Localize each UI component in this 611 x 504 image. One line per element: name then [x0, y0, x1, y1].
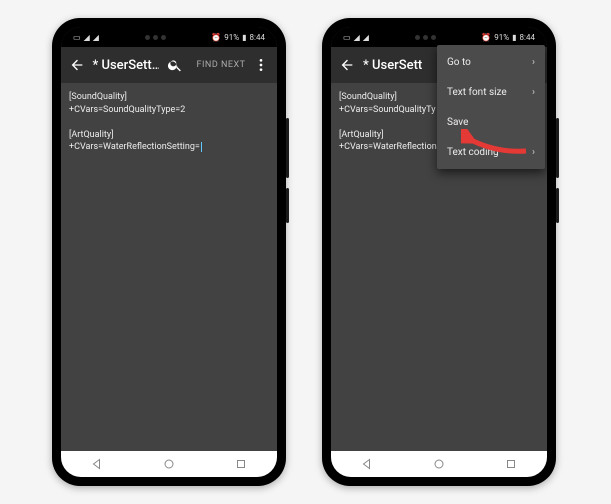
find-next-button[interactable]: FIND NEXT [197, 60, 246, 70]
menu-item-save[interactable]: Save [437, 107, 545, 137]
nav-bar [331, 451, 547, 477]
phone-frame-left: ▭ ◢ ◢ ⏰ 91% ▮ 8:44 [52, 18, 286, 486]
chevron-right-icon: › [532, 57, 535, 68]
signal-icon: ▭ [343, 33, 351, 42]
sensor-dot [161, 35, 166, 40]
wifi-icon: ◢ [354, 33, 360, 42]
menu-item-font-size[interactable]: Text font size › [437, 77, 545, 107]
sensor-dot [153, 35, 158, 40]
sensor-dot [431, 35, 436, 40]
camera-dot [415, 35, 420, 40]
battery-text: 91% [224, 33, 239, 42]
status-bar: ▭ ◢ ◢ ⏰ 91% ▮ 8:44 [61, 27, 277, 47]
page-title: * UserSett… [92, 58, 159, 73]
text-editor[interactable]: [SoundQuality] +CVars=SoundQualityType=2… [61, 83, 277, 451]
text-cursor [201, 142, 202, 152]
editor-content: [SoundQuality] +CVars=SoundQualityType=2… [69, 92, 200, 152]
app-bar: * UserSett… FIND NEXT [61, 47, 277, 83]
nav-home-icon[interactable] [432, 457, 446, 471]
screen-left: ▭ ◢ ◢ ⏰ 91% ▮ 8:44 [61, 27, 277, 477]
wifi-icon: ◢ [84, 33, 90, 42]
wifi-icon: ◢ [363, 33, 369, 42]
nav-back-icon[interactable] [90, 457, 104, 471]
nav-back-icon[interactable] [360, 457, 374, 471]
menu-item-goto[interactable]: Go to › [437, 47, 545, 77]
battery-text: 91% [494, 33, 509, 42]
editor-content: [SoundQuality] +CVars=SoundQualityTy [Ar… [339, 92, 437, 152]
battery-icon: ▮ [512, 33, 516, 42]
nav-home-icon[interactable] [162, 457, 176, 471]
nav-bar [61, 451, 277, 477]
overflow-icon[interactable] [252, 55, 271, 75]
clock-text: 8:44 [250, 33, 265, 42]
status-bar: ▭ ◢ ◢ ⏰ 91% ▮ 8:44 [331, 27, 547, 47]
menu-label: Save [447, 117, 468, 128]
clock-text: 8:44 [520, 33, 535, 42]
wifi-icon: ◢ [93, 33, 99, 42]
power-button [286, 188, 289, 223]
menu-label: Text font size [447, 87, 507, 98]
sensor-dot [423, 35, 428, 40]
back-icon[interactable] [337, 55, 357, 75]
nav-recent-icon[interactable] [234, 457, 248, 471]
overflow-menu: Go to › Text font size › Save Text codin… [437, 45, 545, 169]
screen-right: ▭ ◢ ◢ ⏰ 91% ▮ 8:44 [331, 27, 547, 477]
battery-icon: ▮ [242, 33, 246, 42]
volume-button [556, 118, 559, 178]
chevron-right-icon: › [532, 87, 535, 98]
alarm-icon: ⏰ [481, 33, 491, 42]
back-icon[interactable] [67, 55, 86, 75]
menu-label: Text coding [447, 147, 499, 158]
page-title: * UserSett [363, 58, 422, 73]
power-button [556, 188, 559, 223]
menu-item-text-coding[interactable]: Text coding › [437, 137, 545, 167]
signal-icon: ▭ [73, 33, 81, 42]
menu-label: Go to [447, 57, 471, 68]
volume-button [286, 118, 289, 178]
camera-dot [145, 35, 150, 40]
search-icon[interactable] [165, 55, 184, 75]
alarm-icon: ⏰ [211, 33, 221, 42]
chevron-right-icon: › [532, 147, 535, 158]
phone-frame-right: ▭ ◢ ◢ ⏰ 91% ▮ 8:44 [322, 18, 556, 486]
nav-recent-icon[interactable] [504, 457, 518, 471]
